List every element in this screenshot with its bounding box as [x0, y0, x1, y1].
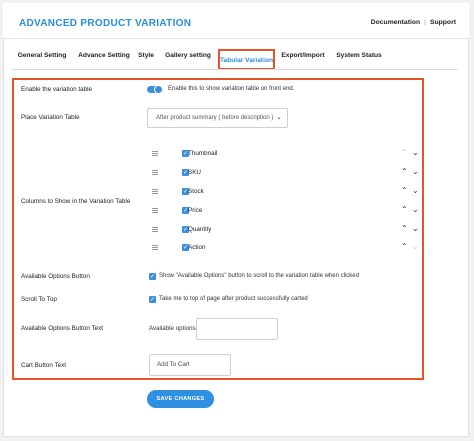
column-row: ✓ Quantity ⌃ ⌄	[152, 224, 422, 236]
column-row: ✓ Price ⌃ ⌄	[152, 205, 422, 217]
drag-handle-icon[interactable]	[152, 151, 158, 156]
tab-export-import[interactable]: Export/Import	[280, 46, 326, 67]
move-down-icon: ⌄	[412, 242, 419, 251]
move-up-icon[interactable]: ⌃	[401, 186, 408, 196]
column-row: ✓ Thumbnail ⌃ ⌄	[152, 148, 422, 160]
enable-table-helper: Enable this to show variation table on f…	[168, 86, 295, 92]
header-links: Documentation | Support	[371, 19, 456, 26]
move-down-icon[interactable]: ⌄	[412, 148, 419, 158]
toggle-knob	[154, 85, 163, 94]
save-changes-button[interactable]: SAVE CHANGES	[147, 390, 214, 408]
place-table-label: Place Variation Table	[21, 114, 80, 121]
drag-handle-icon[interactable]	[152, 170, 158, 175]
available-options-text-value: Available options	[149, 325, 196, 332]
tab-gallery-setting[interactable]: Gallery setting	[164, 46, 212, 67]
column-row: ✓ Action ⌃ ⌄	[152, 242, 422, 254]
column-name: Quantity	[188, 226, 212, 233]
available-options-helper: Show "Available Options" button to scrol…	[159, 273, 359, 279]
tabs-divider	[12, 69, 458, 70]
column-row: ✓ Stock ⌃ ⌄	[152, 186, 422, 198]
available-options-text-input[interactable]	[196, 318, 278, 340]
tab-style[interactable]: Style	[136, 46, 156, 67]
move-up-icon: ⌃	[401, 148, 408, 157]
enable-table-toggle[interactable]	[147, 85, 163, 94]
chevron-down-icon: ⌄	[276, 114, 282, 121]
move-up-icon[interactable]: ⌃	[401, 205, 408, 215]
place-table-value: After product summary ( before descripti…	[156, 115, 274, 121]
app-header: ADVANCED PRODUCT VARIATION Documentation…	[3, 3, 469, 39]
drag-handle-icon[interactable]	[152, 189, 158, 194]
move-down-icon[interactable]: ⌄	[412, 167, 419, 177]
tab-general-setting[interactable]: General Setting	[12, 46, 72, 67]
tab-system-status[interactable]: System Status	[334, 46, 384, 67]
support-link[interactable]: Support	[430, 19, 456, 26]
column-name: Action	[188, 244, 206, 251]
app-title: ADVANCED PRODUCT VARIATION	[19, 18, 192, 29]
scroll-to-top-checkbox[interactable]: ✓	[149, 296, 156, 303]
enable-table-label: Enable the variation table	[21, 86, 93, 93]
documentation-link[interactable]: Documentation	[371, 19, 420, 26]
cart-button-text-input[interactable]: Add To Cart	[149, 354, 231, 376]
move-down-icon[interactable]: ⌄	[412, 186, 419, 196]
drag-handle-icon[interactable]	[152, 245, 158, 250]
scroll-to-top-helper: Take me to top of page after product suc…	[159, 296, 308, 302]
tab-advance-setting[interactable]: Advance Setting	[74, 46, 134, 67]
settings-tabs: General Setting Advance Setting Style Ga…	[12, 46, 458, 70]
place-table-select[interactable]: After product summary ( before descripti…	[147, 108, 288, 128]
header-separator: |	[424, 19, 426, 26]
drag-handle-icon[interactable]	[152, 208, 158, 213]
columns-label: Columns to Show in the Variation Table	[21, 198, 131, 205]
column-name: Stock	[188, 188, 204, 195]
tabular-variation-panel: Enable the variation table Enable this t…	[12, 78, 424, 380]
column-name: Price	[188, 207, 203, 214]
move-down-icon[interactable]: ⌄	[412, 205, 419, 215]
available-options-text-label: Available Options Button Text	[21, 325, 104, 332]
column-row: ✓ SKU ⌃ ⌄	[152, 167, 422, 179]
drag-handle-icon[interactable]	[152, 227, 158, 232]
move-up-icon[interactable]: ⌃	[401, 242, 408, 252]
available-options-checkbox[interactable]: ✓	[149, 273, 156, 280]
move-down-icon[interactable]: ⌄	[412, 224, 419, 234]
move-up-icon[interactable]: ⌃	[401, 224, 408, 234]
tab-tabular-variation[interactable]: Tabular Variation	[218, 49, 275, 70]
move-up-icon[interactable]: ⌃	[401, 167, 408, 177]
cart-button-text-label: Cart Button Text	[21, 362, 67, 369]
scroll-to-top-label: Scroll To Top	[21, 296, 57, 303]
available-options-button-label: Available Options Button	[21, 273, 90, 280]
column-name: SKU	[188, 169, 201, 176]
column-name: Thumbnail	[188, 150, 218, 157]
